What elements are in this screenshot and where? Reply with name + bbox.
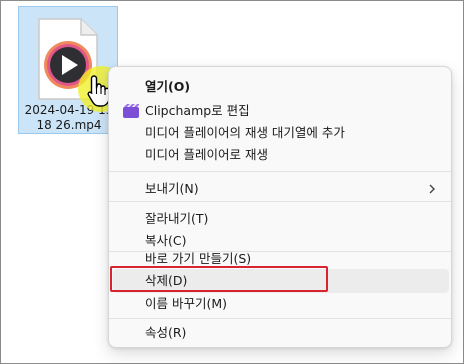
chevron-right-icon bbox=[429, 184, 435, 194]
menu-item-play-in-media-player[interactable]: 미디어 플레이어로 재생 bbox=[113, 143, 449, 167]
clipchamp-icon bbox=[123, 104, 139, 118]
menu-item-label: 보내기(N) bbox=[145, 181, 199, 196]
menu-item-label: 미디어 플레이어로 재생 bbox=[145, 147, 268, 162]
context-menu: 열기(O) Clipchamp로 편집 미디어 플레이어의 재생 대기열에 추가… bbox=[108, 66, 452, 348]
menu-item-label: 잘라내기(T) bbox=[145, 211, 209, 226]
menu-item-send-to[interactable]: 보내기(N) bbox=[113, 177, 449, 201]
menu-item-label: 미디어 플레이어의 재생 대기열에 추가 bbox=[145, 125, 345, 140]
menu-item-label: 이름 바꾸기(M) bbox=[145, 296, 228, 311]
menu-item-delete[interactable]: 삭제(D) bbox=[113, 269, 449, 293]
menu-item-rename[interactable]: 이름 바꾸기(M) bbox=[113, 292, 449, 316]
menu-item-edit-with-clipchamp[interactable]: Clipchamp로 편집 bbox=[113, 99, 449, 123]
menu-item-label: 속성(R) bbox=[145, 325, 187, 340]
file-name-line-2: 18 26.mp4 bbox=[36, 118, 102, 132]
menu-separator bbox=[109, 171, 451, 172]
menu-item-label: 바로 가기 만들기(S) bbox=[145, 251, 252, 266]
menu-item-label: Clipchamp로 편집 bbox=[145, 103, 250, 118]
menu-item-label: 삭제(D) bbox=[145, 273, 188, 288]
menu-item-create-shortcut[interactable]: 바로 가기 만들기(S) bbox=[113, 247, 449, 271]
menu-item-cut[interactable]: 잘라내기(T) bbox=[113, 207, 449, 231]
menu-separator bbox=[109, 201, 451, 202]
menu-item-add-to-queue[interactable]: 미디어 플레이어의 재생 대기열에 추가 bbox=[113, 121, 449, 145]
menu-item-properties[interactable]: 속성(R) bbox=[113, 321, 449, 345]
menu-item-label: 열기(O) bbox=[145, 79, 191, 94]
menu-item-open[interactable]: 열기(O) bbox=[113, 75, 449, 99]
menu-separator bbox=[109, 318, 451, 319]
